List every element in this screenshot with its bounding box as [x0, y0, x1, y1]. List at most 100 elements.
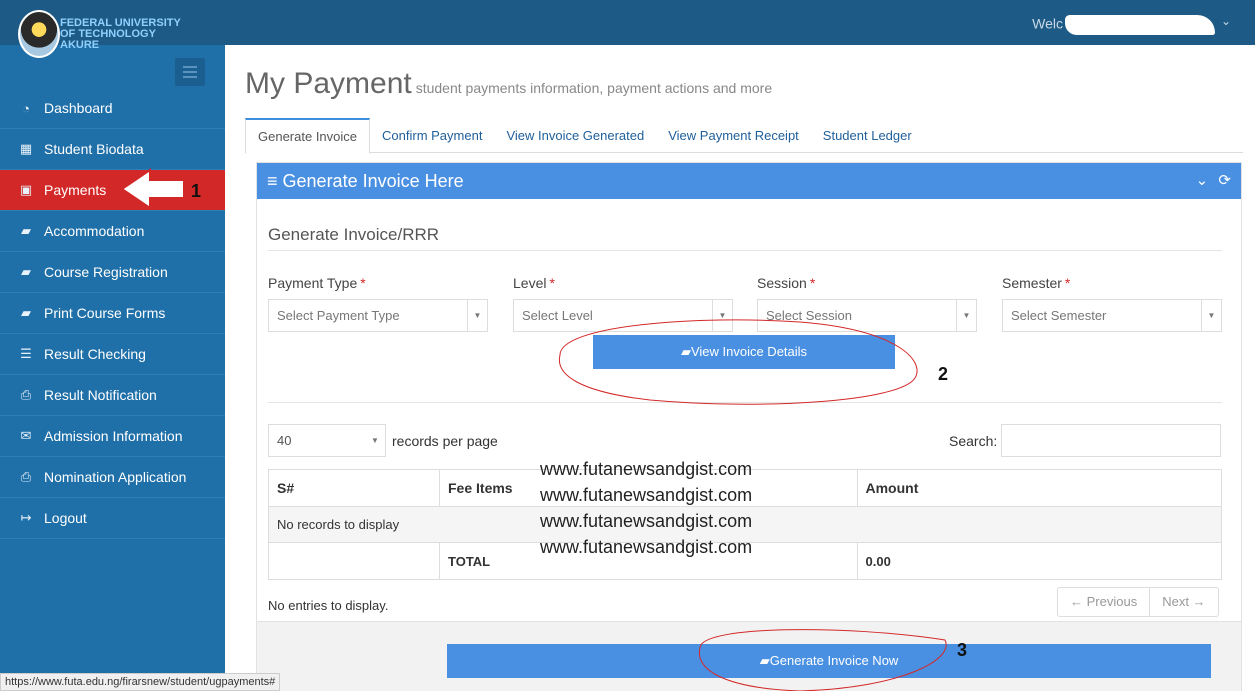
- records-per-page-label: records per page: [392, 433, 498, 449]
- search-input[interactable]: [1001, 424, 1221, 457]
- list-icon: ☰: [20, 346, 32, 361]
- table-icon: ▦: [19, 141, 33, 156]
- sidebar-item-nomination-application[interactable]: ⎙ Nomination Application: [0, 457, 225, 498]
- refresh-icon[interactable]: ⟳: [1218, 172, 1231, 189]
- semester-field: Semester * Select Semester ▼: [1002, 275, 1222, 332]
- brand[interactable]: FEDERAL UNIVERSITY OF TECHNOLOGY AKURE: [0, 0, 225, 58]
- watermark-text: www.futanewsandgist.com: [540, 459, 753, 479]
- book-icon: ▰: [21, 264, 31, 279]
- sidebar-item-result-checking[interactable]: ☰ Result Checking: [0, 334, 225, 375]
- redacted-username: [1065, 15, 1215, 35]
- level-select[interactable]: Select Level ▼: [513, 299, 733, 332]
- sidebar-nav: ◔ Dashboard ▦ Student Biodata ▣ Payments ▰ A…: [0, 88, 225, 539]
- collapse-chevron-icon[interactable]: ⌄: [1196, 172, 1209, 189]
- chevron-down-icon: ▼: [956, 300, 976, 331]
- chevron-down-icon: ▼: [371, 436, 379, 445]
- sidebar-item-student-biodata[interactable]: ▦ Student Biodata: [0, 129, 225, 170]
- generate-invoice-panel: ≡ Generate Invoice Here ⌄ ⟳ Generate Inv…: [256, 162, 1242, 691]
- hamburger-icon: ≡: [267, 171, 278, 191]
- annotation-number-2: 2: [938, 364, 949, 384]
- page-title: My Payment student payments information, …: [245, 67, 772, 101]
- print-icon: ⎙: [20, 387, 32, 402]
- page-subtitle: student payments information, payment ac…: [415, 80, 773, 96]
- sidebar-item-label: Course Registration: [44, 264, 168, 280]
- generate-invoice-now-button[interactable]: ▰Generate Invoice Now: [447, 644, 1211, 678]
- select-placeholder: Select Level: [522, 308, 593, 323]
- section-title: Generate Invoice/RRR: [268, 225, 440, 244]
- sidebar-item-course-registration[interactable]: ▰ Course Registration: [0, 252, 225, 293]
- divider: [268, 402, 1222, 403]
- payment-type-field: Payment Type * Select Payment Type ▼: [268, 275, 488, 332]
- print-icon: ⎙: [20, 469, 32, 484]
- welcome-text: Welc: [1032, 15, 1063, 32]
- sidebar-item-label: Payments: [44, 182, 107, 198]
- semester-select[interactable]: Select Semester ▼: [1002, 299, 1222, 332]
- previous-page-button[interactable]: ← Previous: [1058, 588, 1149, 616]
- envelope-icon: ✉: [20, 428, 32, 443]
- book-icon: ▰: [21, 305, 31, 320]
- entries-info: No entries to display.: [268, 598, 389, 613]
- tab-confirm-payment[interactable]: Confirm Payment: [370, 118, 494, 153]
- main-content: My Payment student payments information, …: [225, 45, 1255, 691]
- watermark-text: www.futanewsandgist.com: [540, 511, 753, 531]
- tab-student-ledger[interactable]: Student Ledger: [811, 118, 924, 153]
- records-value: 40: [277, 433, 292, 448]
- sidebar-item-print-course-forms[interactable]: ▰ Print Course Forms: [0, 293, 225, 334]
- sidebar-item-label: Dashboard: [44, 100, 113, 116]
- book-icon: ▰: [759, 653, 770, 668]
- tab-bar: Generate Invoice Confirm Payment View In…: [245, 118, 1243, 154]
- panel-footer: ▰Generate Invoice Now: [257, 621, 1241, 691]
- tab-view-invoice-generated[interactable]: View Invoice Generated: [494, 118, 656, 153]
- search-label: Search:: [949, 433, 998, 449]
- total-value: 0.00: [856, 542, 1222, 580]
- chevron-down-icon: ▼: [1201, 300, 1221, 331]
- session-label: Session *: [757, 275, 816, 291]
- column-header-sn[interactable]: S#: [268, 469, 440, 507]
- records-per-page-select[interactable]: 40 ▼: [268, 424, 386, 457]
- tab-view-payment-receipt[interactable]: View Payment Receipt: [656, 118, 811, 153]
- semester-label: Semester *: [1002, 275, 1071, 291]
- sidebar-item-logout[interactable]: ↦ Logout: [0, 498, 225, 539]
- sidebar-item-label: Print Course Forms: [44, 305, 166, 321]
- user-menu[interactable]: Welc: [1032, 15, 1215, 35]
- sidebar-item-label: Accommodation: [44, 223, 145, 239]
- view-invoice-details-button[interactable]: ▰View Invoice Details: [593, 335, 895, 369]
- sidebar-item-dashboard[interactable]: ◔ Dashboard: [0, 88, 225, 129]
- level-field: Level * Select Level ▼: [513, 275, 733, 332]
- level-label: Level *: [513, 275, 555, 291]
- sidebar-item-label: Result Notification: [44, 387, 157, 403]
- select-placeholder: Select Payment Type: [277, 308, 400, 323]
- sidebar-item-label: Nomination Application: [44, 469, 187, 485]
- select-placeholder: Select Semester: [1011, 308, 1107, 323]
- panel-tools: ⌄ ⟳: [1190, 163, 1231, 199]
- button-label: View Invoice Details: [690, 344, 808, 359]
- sidebar-item-accommodation[interactable]: ▰ Accommodation: [0, 211, 225, 252]
- payment-type-label: Payment Type *: [268, 275, 366, 291]
- total-cell-blank: [268, 542, 440, 580]
- tab-generate-invoice[interactable]: Generate Invoice: [245, 118, 371, 154]
- university-logo: [18, 10, 60, 58]
- sidebar-item-result-notification[interactable]: ⎙ Result Notification: [0, 375, 225, 416]
- sidebar-item-admission-information[interactable]: ✉ Admission Information: [0, 416, 225, 457]
- session-field: Session * Select Session ▼: [757, 275, 977, 332]
- sidebar-item-label: Result Checking: [44, 346, 146, 362]
- annotation-number-1: 1: [191, 181, 202, 201]
- session-select[interactable]: Select Session ▼: [757, 299, 977, 332]
- panel-heading: Generate Invoice Here: [282, 171, 464, 191]
- payment-type-select[interactable]: Select Payment Type ▼: [268, 299, 488, 332]
- sidebar-toggle-button[interactable]: [175, 58, 205, 86]
- watermark-text: www.futanewsandgist.com: [540, 537, 753, 557]
- select-placeholder: Select Session: [766, 308, 852, 323]
- book-icon: ▰: [21, 223, 31, 238]
- browser-status-bar: https://www.futa.edu.ng/firarsnew/studen…: [0, 673, 281, 691]
- button-label: Generate Invoice Now: [769, 653, 899, 668]
- sidebar-item-label: Student Biodata: [44, 141, 144, 157]
- next-page-button[interactable]: Next →: [1149, 588, 1217, 616]
- sidebar-item-label: Logout: [44, 510, 87, 526]
- dashboard-icon: ◔: [22, 100, 30, 116]
- column-header-amount[interactable]: Amount: [856, 469, 1222, 507]
- chevron-down-icon: ▼: [712, 300, 732, 331]
- annotation-number-3: 3: [957, 640, 968, 660]
- chevron-down-icon[interactable]: ⌄: [1221, 14, 1231, 28]
- pagination: ← Previous Next →: [1057, 587, 1219, 617]
